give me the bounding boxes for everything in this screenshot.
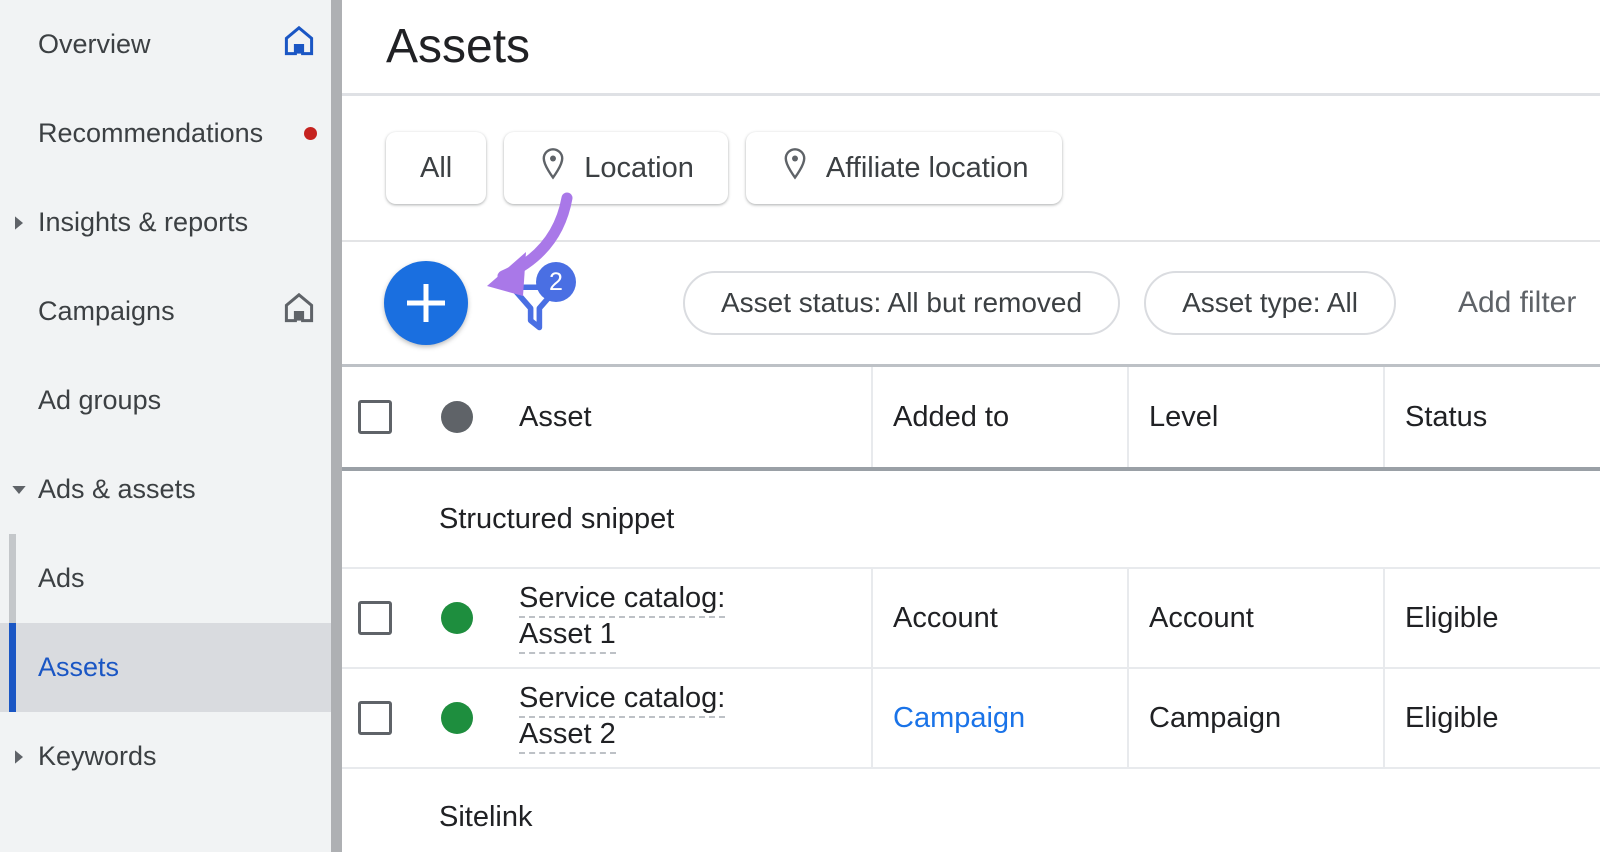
row-checkbox[interactable] — [358, 701, 392, 735]
scope-tab-label: All — [420, 151, 453, 184]
table-group-row: Sitelink — [331, 769, 1600, 852]
filter-chip-asset-type[interactable]: Asset type: All — [1144, 271, 1396, 335]
filter-chip-group: Asset status: All but removed Asset type… — [683, 271, 1576, 335]
row-checkbox[interactable] — [358, 601, 392, 635]
select-all-checkbox[interactable] — [358, 400, 392, 434]
status-dot-green-icon — [441, 702, 473, 734]
chevron-down-icon — [8, 479, 30, 501]
sidebar-item-label: Assets — [38, 652, 120, 682]
select-all-checkbox-cell[interactable] — [331, 367, 419, 467]
filter-chip-label: Asset status: All but removed — [721, 287, 1083, 318]
row-checkbox-cell[interactable] — [331, 669, 419, 767]
notification-dot-icon — [304, 127, 317, 140]
row-added-to-cell: Campaign — [871, 669, 1127, 767]
sidebar-item-ads[interactable]: Ads — [0, 534, 331, 623]
sidebar-item-label: Keywords — [38, 741, 157, 771]
column-header-level[interactable]: Level — [1127, 367, 1383, 467]
assets-page: Overview Recommendations Insights & repo… — [0, 0, 1600, 852]
home-icon-blue — [281, 23, 317, 66]
scope-tab-location[interactable]: Location — [504, 132, 728, 204]
added-to-campaign-link[interactable]: Campaign — [893, 702, 1025, 735]
add-filter-button[interactable]: Add filter — [1458, 286, 1576, 320]
map-pin-icon — [538, 147, 568, 189]
sidebar-item-campaigns[interactable]: Campaigns — [0, 267, 331, 356]
sidebar-item-label: Insights & reports — [38, 207, 249, 237]
status-dot-green-icon — [441, 602, 473, 634]
table-row[interactable]: Service catalog: Asset 1 Account Account… — [331, 569, 1600, 669]
sidebar-item-keywords[interactable]: Keywords — [0, 712, 331, 801]
filter-count-badge: 2 — [536, 262, 576, 302]
scope-tab-label: Location — [584, 151, 694, 184]
column-header-added-to[interactable]: Added to — [871, 367, 1127, 467]
status-circle-icon — [441, 401, 473, 433]
table-header-row: Asset Added to Level Status — [331, 367, 1600, 471]
row-level-cell: Account — [1127, 569, 1383, 667]
chevron-right-icon — [8, 212, 30, 234]
sidebar-item-label: Campaigns — [38, 296, 175, 326]
filter-chip-label: Asset type: All — [1182, 287, 1358, 318]
table-toolbar: 2 Asset status: All but removed Asset ty… — [331, 242, 1600, 364]
sidebar-item-insights-and-reports[interactable]: Insights & reports — [0, 178, 331, 267]
asset-text-line1: Service catalog: — [519, 582, 726, 618]
scope-tab-bar: All Location Affiliate location — [331, 96, 1600, 242]
column-header-asset[interactable]: Asset — [495, 367, 871, 467]
sidebar-item-label: Ad groups — [38, 385, 162, 415]
column-header-status[interactable]: Status — [1383, 367, 1600, 467]
sidebar-item-overview[interactable]: Overview — [0, 0, 331, 89]
scope-tab-all[interactable]: All — [386, 132, 487, 204]
row-status-dot-cell — [419, 569, 495, 667]
row-added-to-cell: Account — [871, 569, 1127, 667]
sidebar-item-ads-and-assets[interactable]: Ads & assets — [0, 445, 331, 534]
filter-funnel-icon[interactable]: 2 — [500, 262, 576, 338]
row-asset-cell[interactable]: Service catalog: Asset 2 — [495, 669, 871, 767]
add-asset-button[interactable] — [384, 261, 468, 345]
sidebar-item-label: Ads — [38, 563, 85, 593]
sidebar-item-recommendations[interactable]: Recommendations — [0, 89, 331, 178]
table-group-row: Structured snippet — [331, 471, 1600, 569]
map-pin-icon — [780, 147, 810, 189]
sidebar-item-label: Recommendations — [38, 118, 264, 148]
page-title: Assets — [386, 19, 531, 73]
table-row[interactable]: Service catalog: Asset 2 Campaign Campai… — [331, 669, 1600, 769]
filter-chip-asset-status[interactable]: Asset status: All but removed — [683, 271, 1121, 335]
status-dot-header-cell — [419, 367, 495, 467]
page-header: Assets — [331, 0, 1600, 96]
scope-tab-affiliate-location[interactable]: Affiliate location — [745, 132, 1063, 204]
row-checkbox-cell[interactable] — [331, 569, 419, 667]
main-content: Assets All Location Affiliate location 2… — [331, 0, 1600, 852]
sidebar-scrollbar[interactable] — [331, 0, 342, 852]
chevron-right-icon — [8, 746, 30, 768]
sidebar-item-ad-groups[interactable]: Ad groups — [0, 356, 331, 445]
asset-text-line2: Asset 2 — [519, 718, 616, 754]
asset-text-line2: Asset 1 — [519, 618, 616, 654]
row-status-dot-cell — [419, 669, 495, 767]
asset-text-line1: Service catalog: — [519, 682, 726, 718]
row-status-cell: Eligible — [1383, 669, 1600, 767]
scope-tab-label: Affiliate location — [825, 151, 1029, 184]
sidebar-item-label: Ads & assets — [38, 474, 196, 504]
asset-text: Service catalog: Asset 2 — [519, 682, 726, 754]
row-level-cell: Campaign — [1127, 669, 1383, 767]
sidebar-item-assets[interactable]: Assets — [0, 623, 331, 712]
asset-text: Service catalog: Asset 1 — [519, 582, 726, 654]
sidebar-item-label: Overview — [38, 29, 151, 59]
home-icon-gray — [281, 290, 317, 333]
row-status-cell: Eligible — [1383, 569, 1600, 667]
sidebar-navigation: Overview Recommendations Insights & repo… — [0, 0, 331, 852]
row-asset-cell[interactable]: Service catalog: Asset 1 — [495, 569, 871, 667]
assets-table: Asset Added to Level Status Structured s… — [331, 364, 1600, 852]
